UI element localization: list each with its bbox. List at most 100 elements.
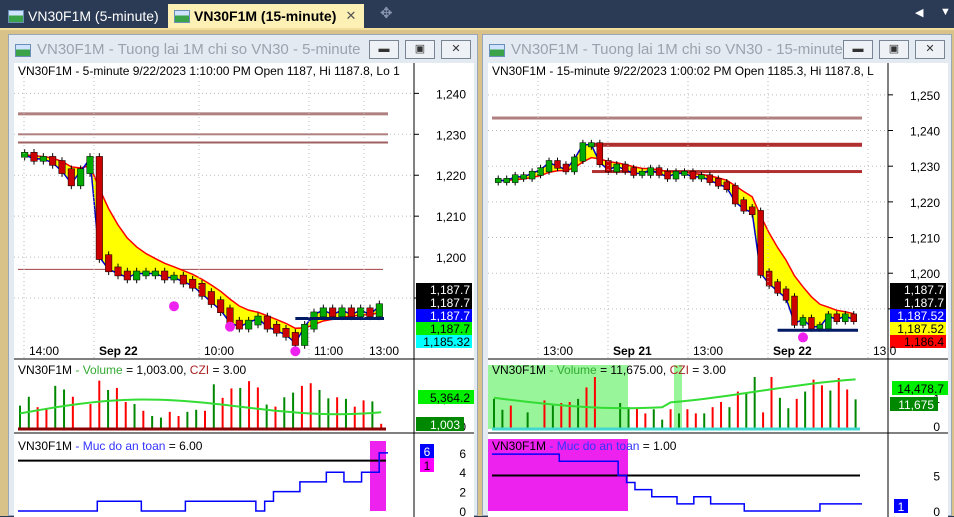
price-tick-label: 1,220 [436,169,466,183]
close-button[interactable]: ✕ [441,40,471,59]
candle [133,270,141,281]
document-tabbar: VN30F1M (5-minute) VN30F1M (15-minute) ✕ … [0,0,954,28]
maximize-button[interactable]: ▣ [405,40,435,59]
price-tag-label: 1,187.7 [430,283,470,297]
candle [799,317,807,326]
volume-header-label: VN30F1M [492,363,546,377]
safety-tick-label: 6 [459,447,466,461]
candle [21,152,29,158]
volume-ma-line [19,398,382,416]
signal-dot [797,332,808,343]
volume-tag-label: 5,364.2 [430,391,470,405]
maximize-button[interactable]: ▣ [879,40,909,59]
candle [217,299,225,314]
candle [105,254,113,273]
window-title-text: VN30F1M - Tuong lai 1M chi so VN30 - 5-m… [37,41,361,58]
candle [503,178,510,183]
candle [808,317,815,330]
chart-window-5-minute: VN30F1M - Tuong lai 1M chi so VN30 - 5-m… [8,34,478,517]
safety-header-label: VN30F1M [492,439,546,453]
candle [689,170,697,180]
candle [142,270,150,277]
resistance-line [492,116,862,120]
time-label: 13:00 [369,344,399,358]
minimize-button[interactable]: ▬ [843,40,873,59]
new-tab-icon[interactable]: ✥ [380,4,393,22]
candle [672,170,680,180]
safety-header-value: = 6.00 [165,439,202,453]
candle [605,160,612,173]
candle [732,185,739,205]
candle [630,167,637,176]
dropdown-icon[interactable]: ▼ [940,6,951,18]
candle [123,270,131,281]
candle [638,170,646,176]
candle [245,319,253,330]
candle [825,313,832,330]
safety-tick-label: 0 [933,505,940,517]
candle [329,307,337,318]
safety-tick-label: 5 [933,469,940,483]
candle [842,313,849,322]
candle [571,156,578,173]
volume-tag-label: 11,675 [898,398,934,412]
price-tick-label: 1,200 [436,251,466,265]
volume-header: VN30F1M - Volume = 11,675.00, CZI = 3.00 [492,363,726,377]
candle [310,311,318,330]
tab-label: VN30F1M (5-minute) [28,8,159,24]
time-label: 13:00 [543,344,573,358]
scroll-left-icon[interactable]: ◀ [915,6,923,19]
candle [67,168,75,187]
time-label: 14:00 [29,344,59,358]
chart-canvas[interactable]: VN30F1M - 5-minute 9/22/2023 1:10:00 PM … [14,63,474,517]
candle [282,328,290,338]
price-tick-label: 1,220 [910,196,940,210]
safety-tag-label: 1 [898,500,905,514]
candle [537,167,544,176]
candle [613,163,620,173]
candle [77,168,85,187]
volume-header-name: - Volume [72,363,123,377]
price-tag-label: 1,187.7 [904,296,944,310]
candle [655,167,663,176]
close-tab-icon[interactable]: ✕ [345,4,356,28]
chart-header: VN30F1M - 5-minute 9/22/2023 1:10:00 PM … [18,64,400,78]
safety-tick-label: 4 [459,466,466,480]
close-button[interactable]: ✕ [915,40,945,59]
volume-tick-label: 0 [933,420,940,434]
candle [357,307,365,318]
candle [706,174,714,183]
candle [179,274,187,285]
tab-5-minute[interactable]: VN30F1M (5-minute) [2,4,159,28]
candle [588,142,595,148]
candle [562,163,570,173]
volume-tag-label: 14,478.7 [897,382,944,396]
safety-tag-label: 6 [424,445,431,459]
candle [161,270,169,281]
price-tag-label: 1,187.7 [430,296,470,310]
candle [765,270,773,287]
window-title: VN30F1M - Tuong lai 1M chi so VN30 - 5-m… [15,41,360,58]
candle [114,266,122,277]
tab-label: VN30F1M (15-minute) [194,8,337,24]
candle [664,170,671,180]
safety-header-value: = 1.00 [639,439,676,453]
minimize-button[interactable]: ▬ [369,40,399,59]
tab-15-minute[interactable]: VN30F1M (15-minute) ✕ [168,4,365,28]
candle [366,307,374,318]
candle [833,313,841,322]
candle [39,156,47,162]
candle [30,152,38,162]
chart-canvas[interactable]: VN30F1M - 15-minute 9/22/2023 1:00:02 PM… [488,63,948,517]
time-label: Sep 22 [99,344,138,358]
candle [511,174,519,183]
candle [554,160,561,169]
candle [681,170,688,176]
chart-header: VN30F1M - 15-minute 9/22/2023 1:00:02 PM… [492,64,874,78]
candle [748,206,756,215]
time-label: 10:00 [204,344,234,358]
candle [816,324,824,330]
candle [151,270,159,277]
time-label: Sep 22 [773,344,812,358]
volume-header-czi: CZI [186,363,209,377]
